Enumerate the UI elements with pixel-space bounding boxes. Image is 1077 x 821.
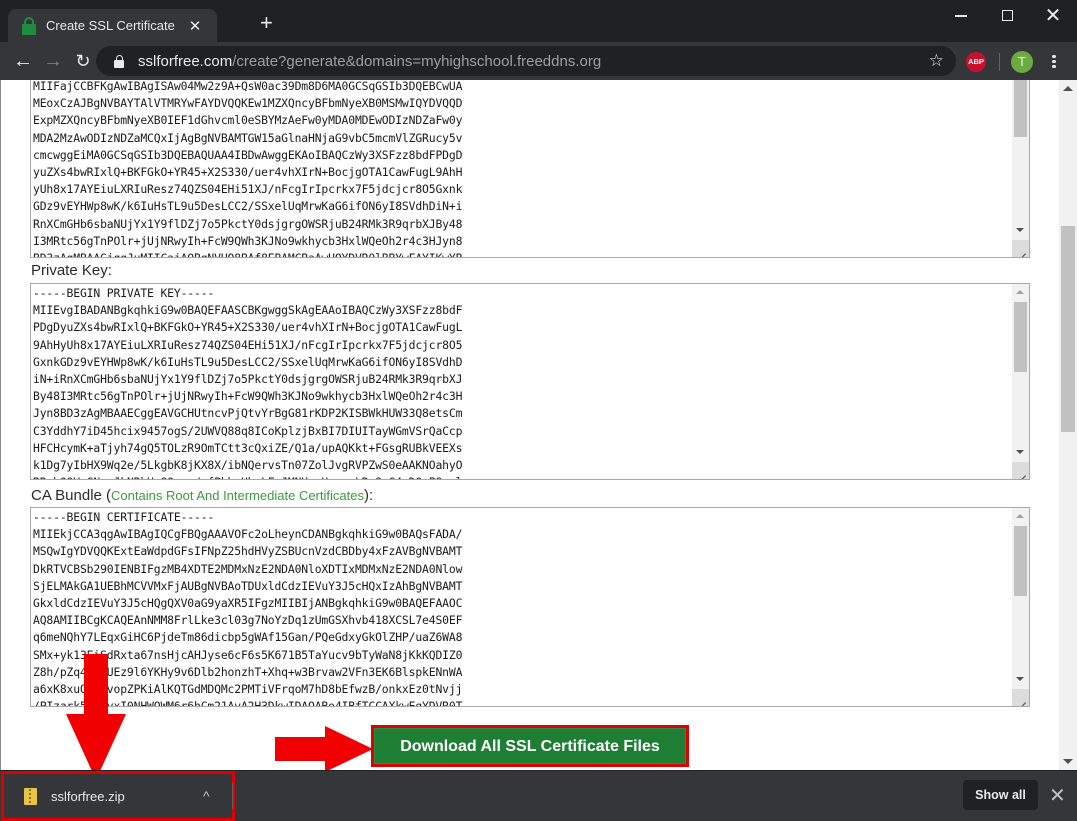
text-line: HFCHcymK+aTjyh74gQ5TOLzR9OmTCtt3cQxiZE/Q… [33,440,463,455]
text-line: GDz9vEYHWp8wK/k6IuHsTL9u5DesLCC2/SSxelUq… [33,199,463,214]
ca-bundle-textarea[interactable]: -----BEGIN CERTIFICATE----- MIIEkjCCA3qgA… [30,507,1030,707]
text-line: 9AhHyUh8x17AYEiuLXRIuResz74QZS04EHi51XJ/… [33,337,463,352]
text-line: RnXCmGHb6sbaNUjYx1Y9flDZj7o5PkctY0dsjgrg… [33,216,463,231]
red-arrow-right-icon [275,726,373,770]
text-line: By48I3MRtc56gTnPOlr+jUjNRwyIh+FcW9QWh3KJ… [33,389,463,404]
scrollbar-thumb[interactable] [1014,526,1027,596]
toolbar-divider [999,53,1000,71]
bookmark-star-icon[interactable]: ☆ [929,51,944,71]
red-arrow-down-icon [66,654,126,780]
certificate-scrollbar[interactable] [1012,80,1029,257]
text-line: PDgDyuZXs4bwRIxlQ+BKFGkO+YR45+X2S330/uer… [33,320,463,335]
scroll-down-arrow-icon[interactable] [1063,759,1073,764]
forward-button[interactable]: → [40,48,66,74]
resize-handle-icon[interactable] [1012,240,1029,257]
adblock-plus-extension-icon[interactable]: ABP [966,52,986,72]
text-line: MIIEvgIBADANBgkqhkiG9w0BAQEFAASCBKgwggSk… [33,303,463,318]
ca-bundle-label-suffix: ): [363,487,374,504]
chevron-up-icon[interactable]: ^ [203,788,210,804]
private-key-text: -----BEGIN PRIVATE KEY----- MIIEvgIBADANB… [33,285,463,479]
ca-bundle-note: Contains Root And Intermediate Certifica… [111,488,364,503]
scroll-down-arrow-icon[interactable] [1016,677,1024,681]
text-line: MSQwIgYDVQQKExtEaWdpdGFsIFNpZ25hdHVyZSBU… [33,544,463,559]
text-line: Jyn8BD3zAgMBAAECggEAVGCHUtncvPjQtvYrBgG8… [33,406,463,421]
text-line: MEoxCzAJBgNVBAYTAlVTMRYwFAYDVQQKEw1MZXQn… [33,96,463,111]
shelf-divider [232,783,233,809]
text-line: q6meNQhY7LEqxGiHC6PjdeTm86dicbp5gWAf15Ga… [33,630,463,645]
page-edge [0,80,1,770]
certificate-textarea[interactable]: MIIFajCCBFKgAwIBAgISAw04Mw2z9A+QsW0ac39D… [30,80,1030,258]
ca-bundle-label-text: CA Bundle ( [31,487,112,504]
address-bar[interactable]: sslforfree.com/create?generate&domains=m… [96,46,956,76]
page-scrollbar[interactable] [1059,80,1077,770]
text-line: BD3zAgMBAAGjggJuMIICajAOBgNVHQ8BAf8EBAMC… [33,250,462,257]
reload-button[interactable]: ↻ [70,48,96,74]
maximize-icon [1001,10,1013,22]
page-content: MIIFajCCBFKgAwIBAgISAw04Mw2z9A+QsW0ac39D… [0,80,1077,770]
text-line: I3MRtc56gTnPOlr+jUjNRwyIh+FcW9QWh3KJNo9w… [33,233,463,248]
close-shelf-icon[interactable]: ✕ [1049,783,1066,808]
text-line: yUh8x17AYEiuLXRIuResz74QZS04EHi51XJ/nFcg… [33,182,463,197]
back-button[interactable]: ← [10,48,36,74]
scrollbar-thumb[interactable] [1014,80,1027,137]
private-key-label: Private Key: [31,262,112,279]
resize-handle-icon[interactable] [1012,689,1029,706]
download-file-name: sslforfree.zip [51,789,125,804]
scroll-down-arrow-icon[interactable] [1016,228,1024,232]
text-line: MDA2MzAwODIzNDZaMCQxIjAgBgNVBAMTGW15aGln… [33,130,463,145]
download-button-label: Download All SSL Certificate Files [374,728,686,764]
url-host: sslforfree.com [138,52,233,70]
text-line: yuZXs4bwRIxlQ+BKFGkO+YR45+X2S330/uer4vhX… [33,165,463,180]
private-key-scrollbar[interactable] [1012,284,1029,479]
text-line: AQ8AMIIBCgKCAQEAnNMM8FrlLke3cl03g7NoYzDq… [33,613,463,628]
new-tab-button[interactable]: + [260,12,273,34]
text-line: iN+iRnXCmGHb6sbaNUjYx1Y9flDZj7o5PkctY0ds… [33,372,463,387]
tab-title: Create SSL Certificate [46,18,175,33]
ca-bundle-scrollbar[interactable] [1012,508,1029,706]
scroll-up-arrow-icon[interactable] [1016,290,1024,294]
maximize-button[interactable] [984,4,1030,28]
private-key-textarea[interactable]: -----BEGIN PRIVATE KEY----- MIIEvgIBADANB… [30,283,1030,480]
close-tab-icon[interactable]: ✕ [185,17,205,35]
text-line: GxnkGDz9vEYHWp8wK/k6IuHsTL9u5DesLCC2/SSx… [33,354,463,369]
text-line: cmcwggEiMA0GCSqGSIb3DQEBAQUAA4IBDwAwggEK… [33,147,463,162]
scroll-up-arrow-icon[interactable] [1016,514,1024,518]
close-window-button[interactable]: ✕ [1030,4,1076,28]
ca-bundle-label: CA Bundle (Contains Root And Intermediat… [31,487,373,504]
download-all-ssl-files-button[interactable]: Download All SSL Certificate Files [371,725,689,767]
url-text[interactable]: sslforfree.com/create?generate&domains=m… [138,53,929,70]
text-line: DkRTVCBSb290IENBIFgzMB4XDTE2MDMxNzE2NDA0… [33,561,463,576]
text-line: RRxh0QVzGNreJkNRbHo8Ooac/qfPbheHhxLFmJMN… [33,474,462,479]
download-item-sslforfree-zip[interactable]: sslforfree.zip ^ [1,771,235,821]
text-line: -----BEGIN CERTIFICATE----- [33,510,215,524]
page-scrollbar-thumb[interactable] [1061,226,1075,432]
text-line: MIIFajCCBFKgAwIBAgISAw04Mw2z9A+QsW0ac39D… [33,80,463,93]
minimize-button[interactable] [938,4,984,28]
tab-create-ssl-certificate[interactable]: Create SSL Certificate ✕ [8,9,217,42]
text-line: ExpMZXQncyBFbmNyeXB0IEF1dGhvcml0eSBYMzAe… [33,113,463,128]
scroll-down-arrow-icon[interactable] [1016,450,1024,454]
secure-lock-icon [22,16,36,35]
resize-handle-icon[interactable] [1012,462,1029,479]
scrollbar-thumb[interactable] [1014,302,1027,372]
tab-strip: Create SSL Certificate ✕ + ✕ [0,0,1077,42]
download-shelf: sslforfree.zip ^ Show all ✕ [0,770,1077,821]
url-path: /create?generate&domains=myhighschool.fr… [232,52,602,70]
minimize-icon [955,15,967,17]
text-line: MIIEkjCCA3qgAwIBAgIQCgFBQgAAAVOFc2oLheyn… [33,527,463,542]
browser-toolbar: ← → ↻ sslforfree.com/create?generate&dom… [0,42,1077,80]
certificate-text: MIIFajCCBFKgAwIBAgISAw04Mw2z9A+QsW0ac39D… [33,80,463,257]
profile-avatar[interactable]: T [1011,51,1033,73]
browser-menu-icon[interactable] [1046,53,1062,71]
scroll-up-arrow-icon[interactable] [1063,86,1073,91]
show-all-downloads-button[interactable]: Show all [963,780,1038,810]
text-line: k1Dg7yIbHX9Wq2e/5LkgbK8jKX8X/ibNQervsTn0… [33,458,463,473]
text-line: -----BEGIN PRIVATE KEY----- [33,286,215,300]
text-line: GkxldCdzIEVuY3J5cHQgQXV0aG9yaXR5IFgzMIIB… [33,596,463,611]
text-line: SjELMAkGA1UEBhMCVVMxFjAUBgNVBAoTDUxldCdz… [33,578,463,593]
text-line: C3YddhY7iD45hcix9457ogS/2UWVQ88q8ICoKplz… [33,423,463,438]
lock-icon[interactable] [114,54,124,68]
zip-file-icon [24,788,37,805]
